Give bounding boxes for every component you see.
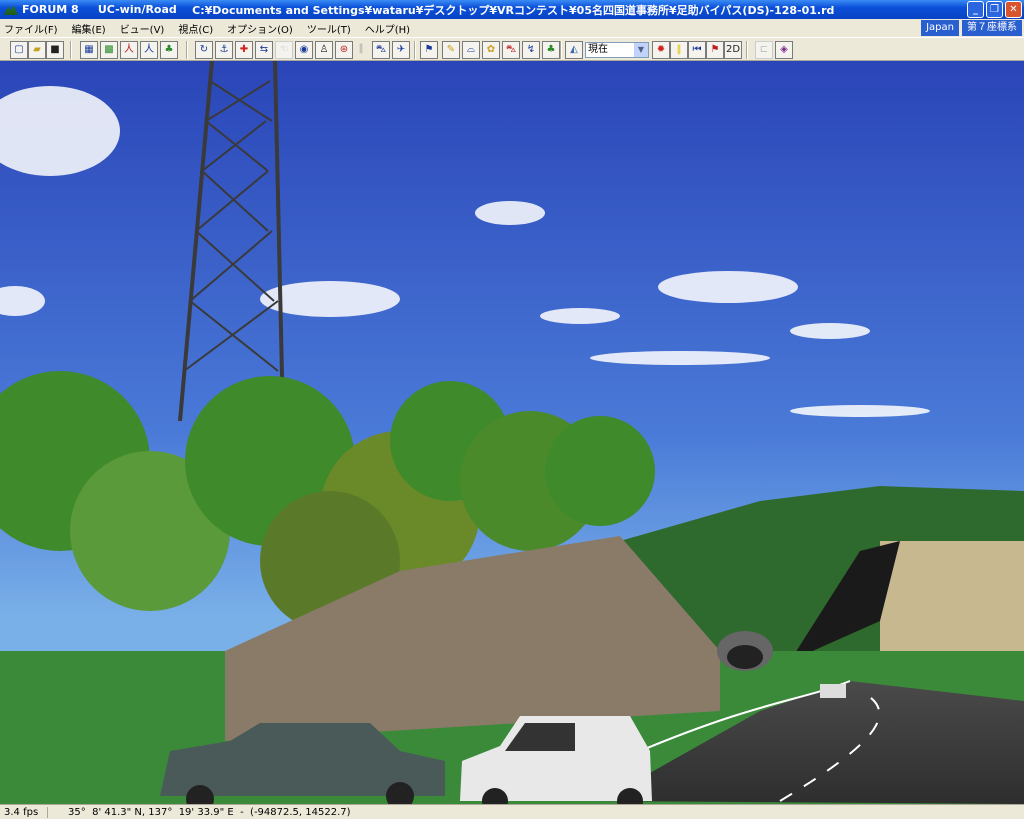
country-indicator[interactable]: Japan [921,20,959,36]
menu-file[interactable]: ファイル(F) [4,21,58,36]
help-book-icon[interactable]: ◈ [775,41,793,59]
rotate-view-icon[interactable]: ↻ [195,41,213,59]
tower-icon[interactable]: 人 [120,41,138,59]
menu-options[interactable]: オプション(O) [227,21,293,36]
new-file-icon[interactable]: ▢ [10,41,28,59]
menu-help[interactable]: ヘルプ(H) [365,21,410,36]
pause-icon[interactable]: ‖ [670,41,688,59]
model-icon[interactable]: ✿ [482,41,500,59]
anchor-icon[interactable]: ⚓ [215,41,233,59]
road-network-icon[interactable]: ▦ [80,41,98,59]
open-folder-icon[interactable]: ▰ [28,41,46,59]
chevron-down-icon[interactable]: ▼ [634,43,648,57]
person-view-icon[interactable]: ♙ [315,41,333,59]
coord-system-indicator[interactable]: 第７座標系 [962,20,1022,36]
traffic-icon[interactable]: ⛍ [502,41,520,59]
flag-icon[interactable]: ⚑ [706,41,724,59]
exit-disabled-icon: ⊏ [755,41,773,59]
car-icon[interactable]: ⛍ [372,41,390,59]
steering-wheel-icon[interactable]: ⊛ [335,41,353,59]
time-select[interactable]: 現在 ▼ [585,42,649,58]
terrain-grid-icon[interactable]: ▩ [100,41,118,59]
scene-render [0,61,1024,804]
menu-viewpoint[interactable]: 視点(C) [178,21,213,36]
route-icon[interactable]: ↯ [522,41,540,59]
drive-route-icon[interactable]: ⚑ [420,41,438,59]
app-logo-icon [4,5,18,15]
3d-viewport[interactable] [0,61,1024,804]
toolbar: ▢ ▰ ■ ▦ ▩ 人 人 ♣ ↻ ⚓ ✚ ⇆ ☜ ◉ ♙ ⊛ ‖ ⛍ ✈ ⚑ … [0,37,1024,61]
menu-tools[interactable]: ツール(T) [307,21,351,36]
coordinates-readout: 35° 8' 41.3" N, 137° 19' 33.9" E - (-948… [68,806,351,818]
airplane-icon[interactable]: ✈ [392,41,410,59]
boat-icon[interactable]: ⌓ [462,41,480,59]
time-select-value: 現在 [588,44,608,55]
pause-disabled-icon: ‖ [358,43,364,54]
traffic-signal-icon[interactable]: ✹ [652,41,670,59]
fly-icon[interactable]: ⇆ [255,41,273,59]
product-name: UC-win/Road [97,3,177,16]
rewind-icon[interactable]: ⏮ [688,41,706,59]
menu-edit[interactable]: 編集(E) [72,21,106,36]
move-icon[interactable]: ✚ [235,41,253,59]
scenario-icon[interactable]: ✎ [442,41,460,59]
status-bar: 3.4 fps 35° 8' 41.3" N, 137° 19' 33.9" E… [0,804,1024,819]
menu-view[interactable]: ビュー(V) [120,21,165,36]
app-name: FORUM 8 [22,3,79,16]
car-distant [820,684,846,698]
fps-readout: 3.4 fps [0,806,48,818]
pedestrian-icon[interactable]: 人 [140,41,158,59]
minimize-button[interactable]: _ [967,1,984,18]
restore-button[interactable]: ❐ [986,1,1003,18]
scene-icon[interactable]: ◭ [565,41,583,59]
tree-icon[interactable]: ♣ [160,41,178,59]
save-icon[interactable]: ■ [46,41,64,59]
title-bar: FORUM 8 UC-win/Road C:¥Documents and Set… [0,0,1024,19]
globe-icon[interactable]: ◉ [295,41,313,59]
2d-view-button[interactable]: 2D [724,41,742,59]
close-button[interactable]: ✕ [1005,1,1022,18]
file-path: C:¥Documents and Settings¥wataru¥デスクトップ¥… [192,3,835,17]
hand-icon: ☜ [275,41,293,59]
landscape-icon[interactable]: ♣ [542,41,560,59]
menu-bar: ファイル(F) 編集(E) ビュー(V) 視点(C) オプション(O) ツール(… [0,19,1024,37]
